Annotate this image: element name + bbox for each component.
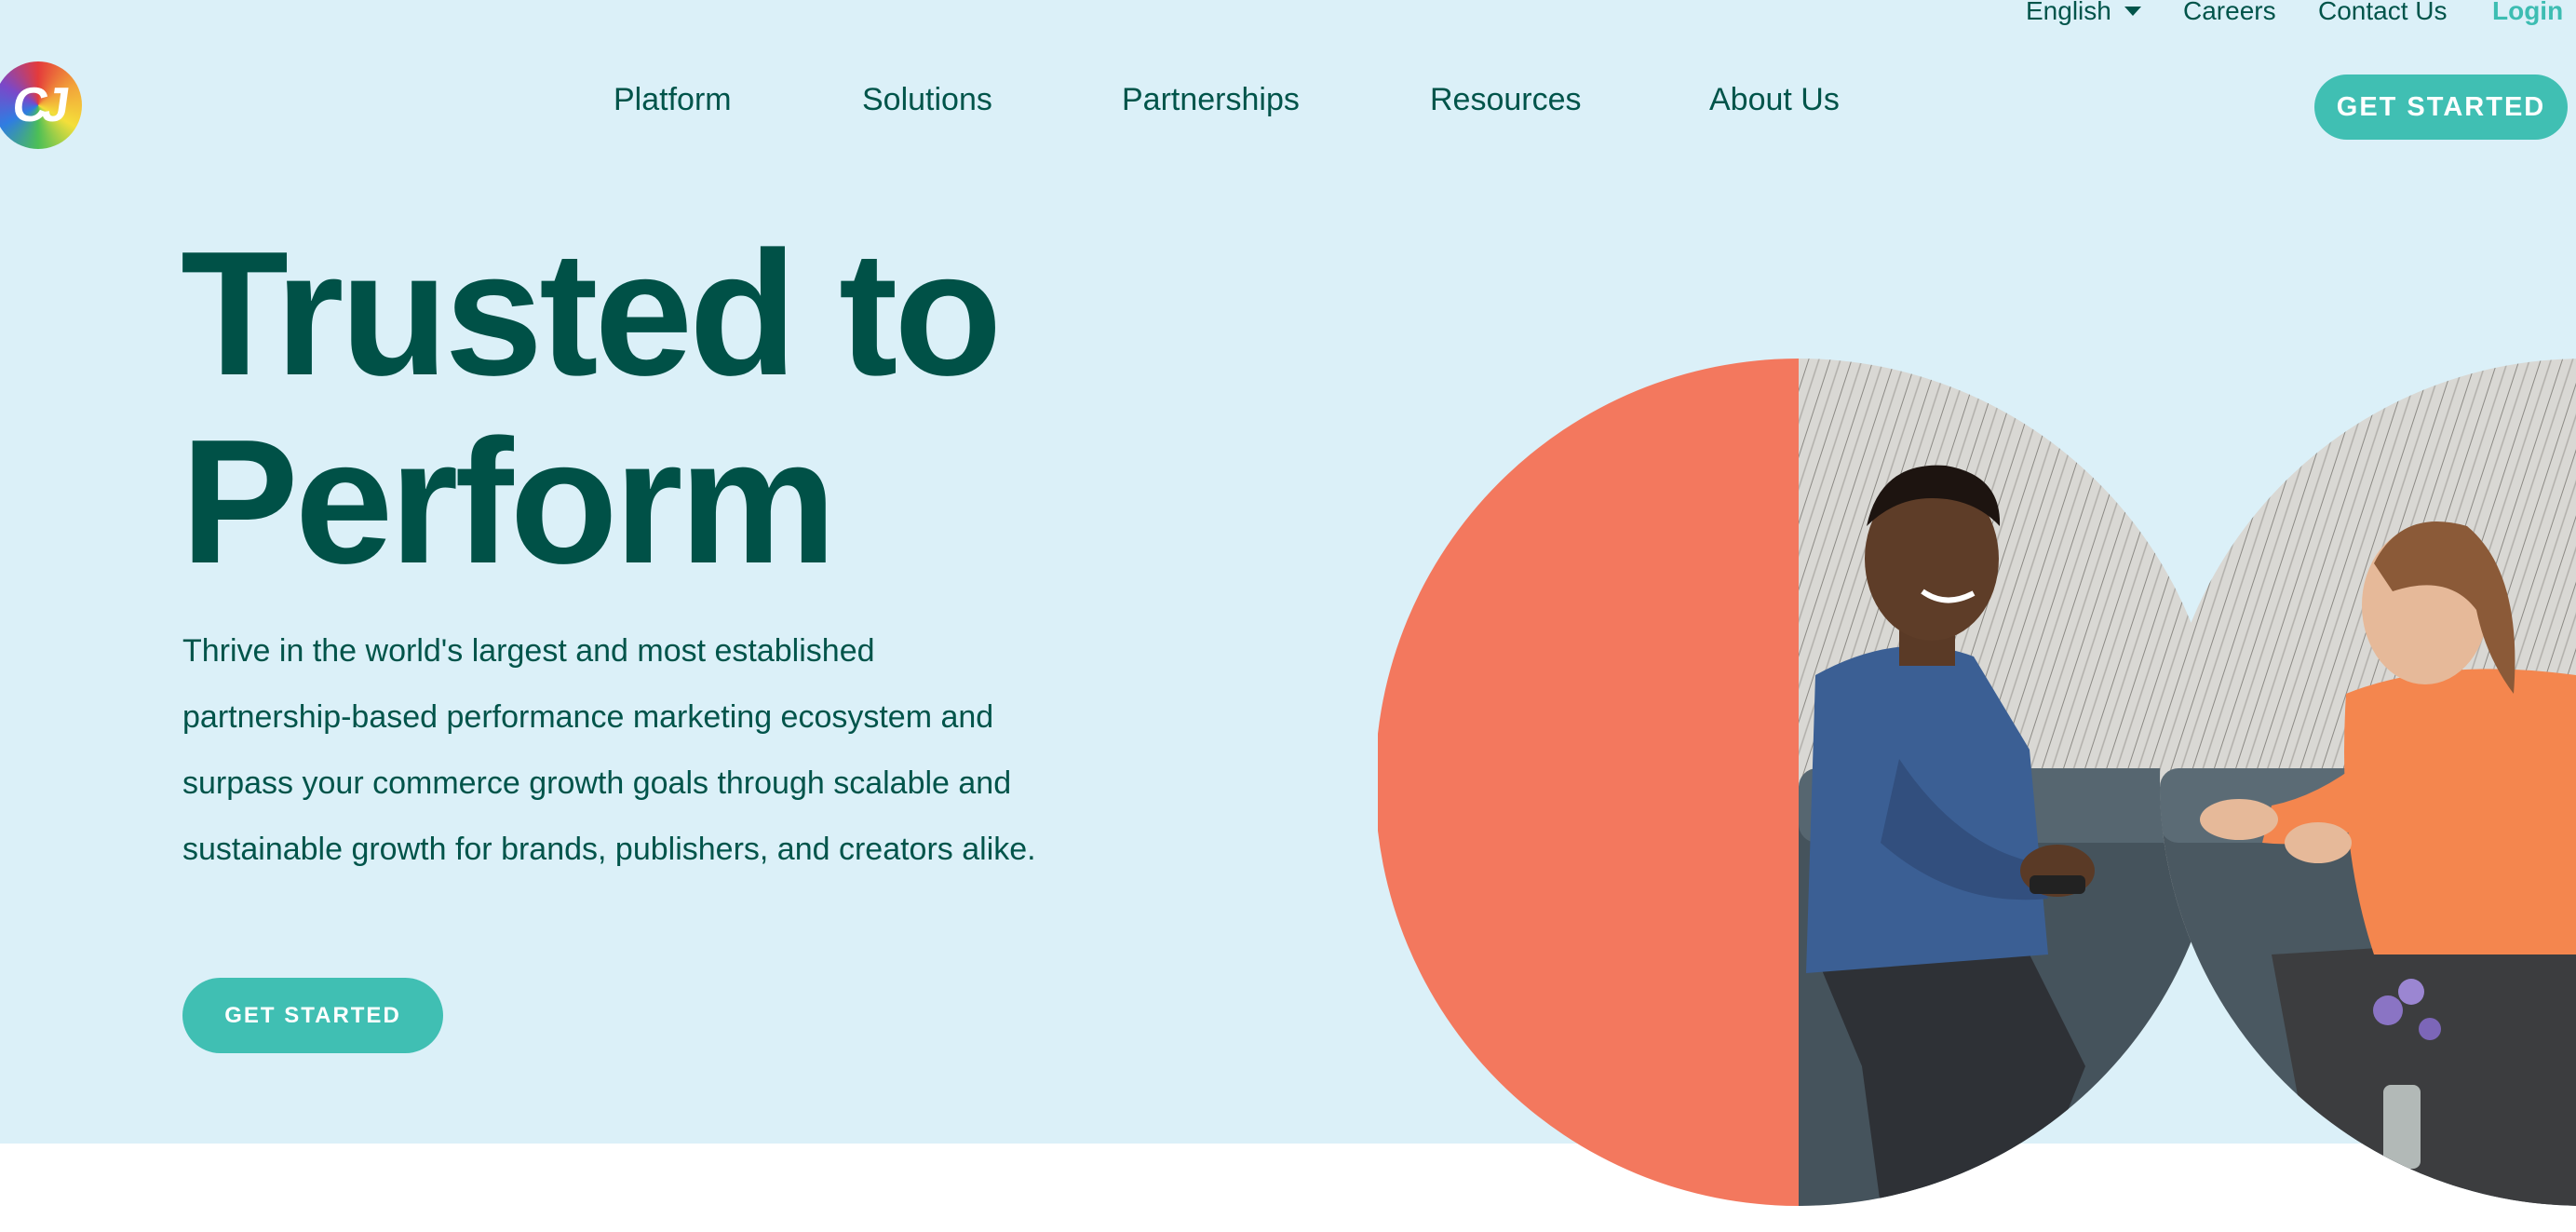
nav-resources[interactable]: Resources xyxy=(1430,82,1582,118)
hero-headline: Trusted to Perform xyxy=(181,215,1002,601)
language-label: English xyxy=(2026,0,2111,25)
header-get-started-button[interactable]: GET STARTED xyxy=(2314,74,2568,140)
hero-get-started-button[interactable]: GET STARTED xyxy=(182,978,443,1053)
hero-subtext: Thrive in the world's largest and most e… xyxy=(182,633,1036,867)
caret-down-icon xyxy=(2124,7,2141,16)
hero-visual xyxy=(1378,359,2576,1206)
nav-about-us[interactable]: About Us xyxy=(1709,82,1840,118)
headline-line-2: Perform xyxy=(181,403,837,601)
cj-logo-mark: CJ xyxy=(8,78,68,132)
contact-us-link[interactable]: Contact Us xyxy=(2318,0,2448,26)
photo-woman xyxy=(2160,359,2576,1206)
careers-link[interactable]: Careers xyxy=(2183,0,2276,26)
language-selector[interactable]: English xyxy=(2026,0,2141,26)
nav-partnerships[interactable]: Partnerships xyxy=(1122,82,1300,118)
headline-line-1: Trusted to xyxy=(181,215,1002,413)
login-link[interactable]: Login xyxy=(2492,0,2563,26)
nav-platform[interactable]: Platform xyxy=(614,82,732,118)
coral-half-circle xyxy=(1378,359,1799,1206)
nav-solutions[interactable]: Solutions xyxy=(862,82,992,118)
